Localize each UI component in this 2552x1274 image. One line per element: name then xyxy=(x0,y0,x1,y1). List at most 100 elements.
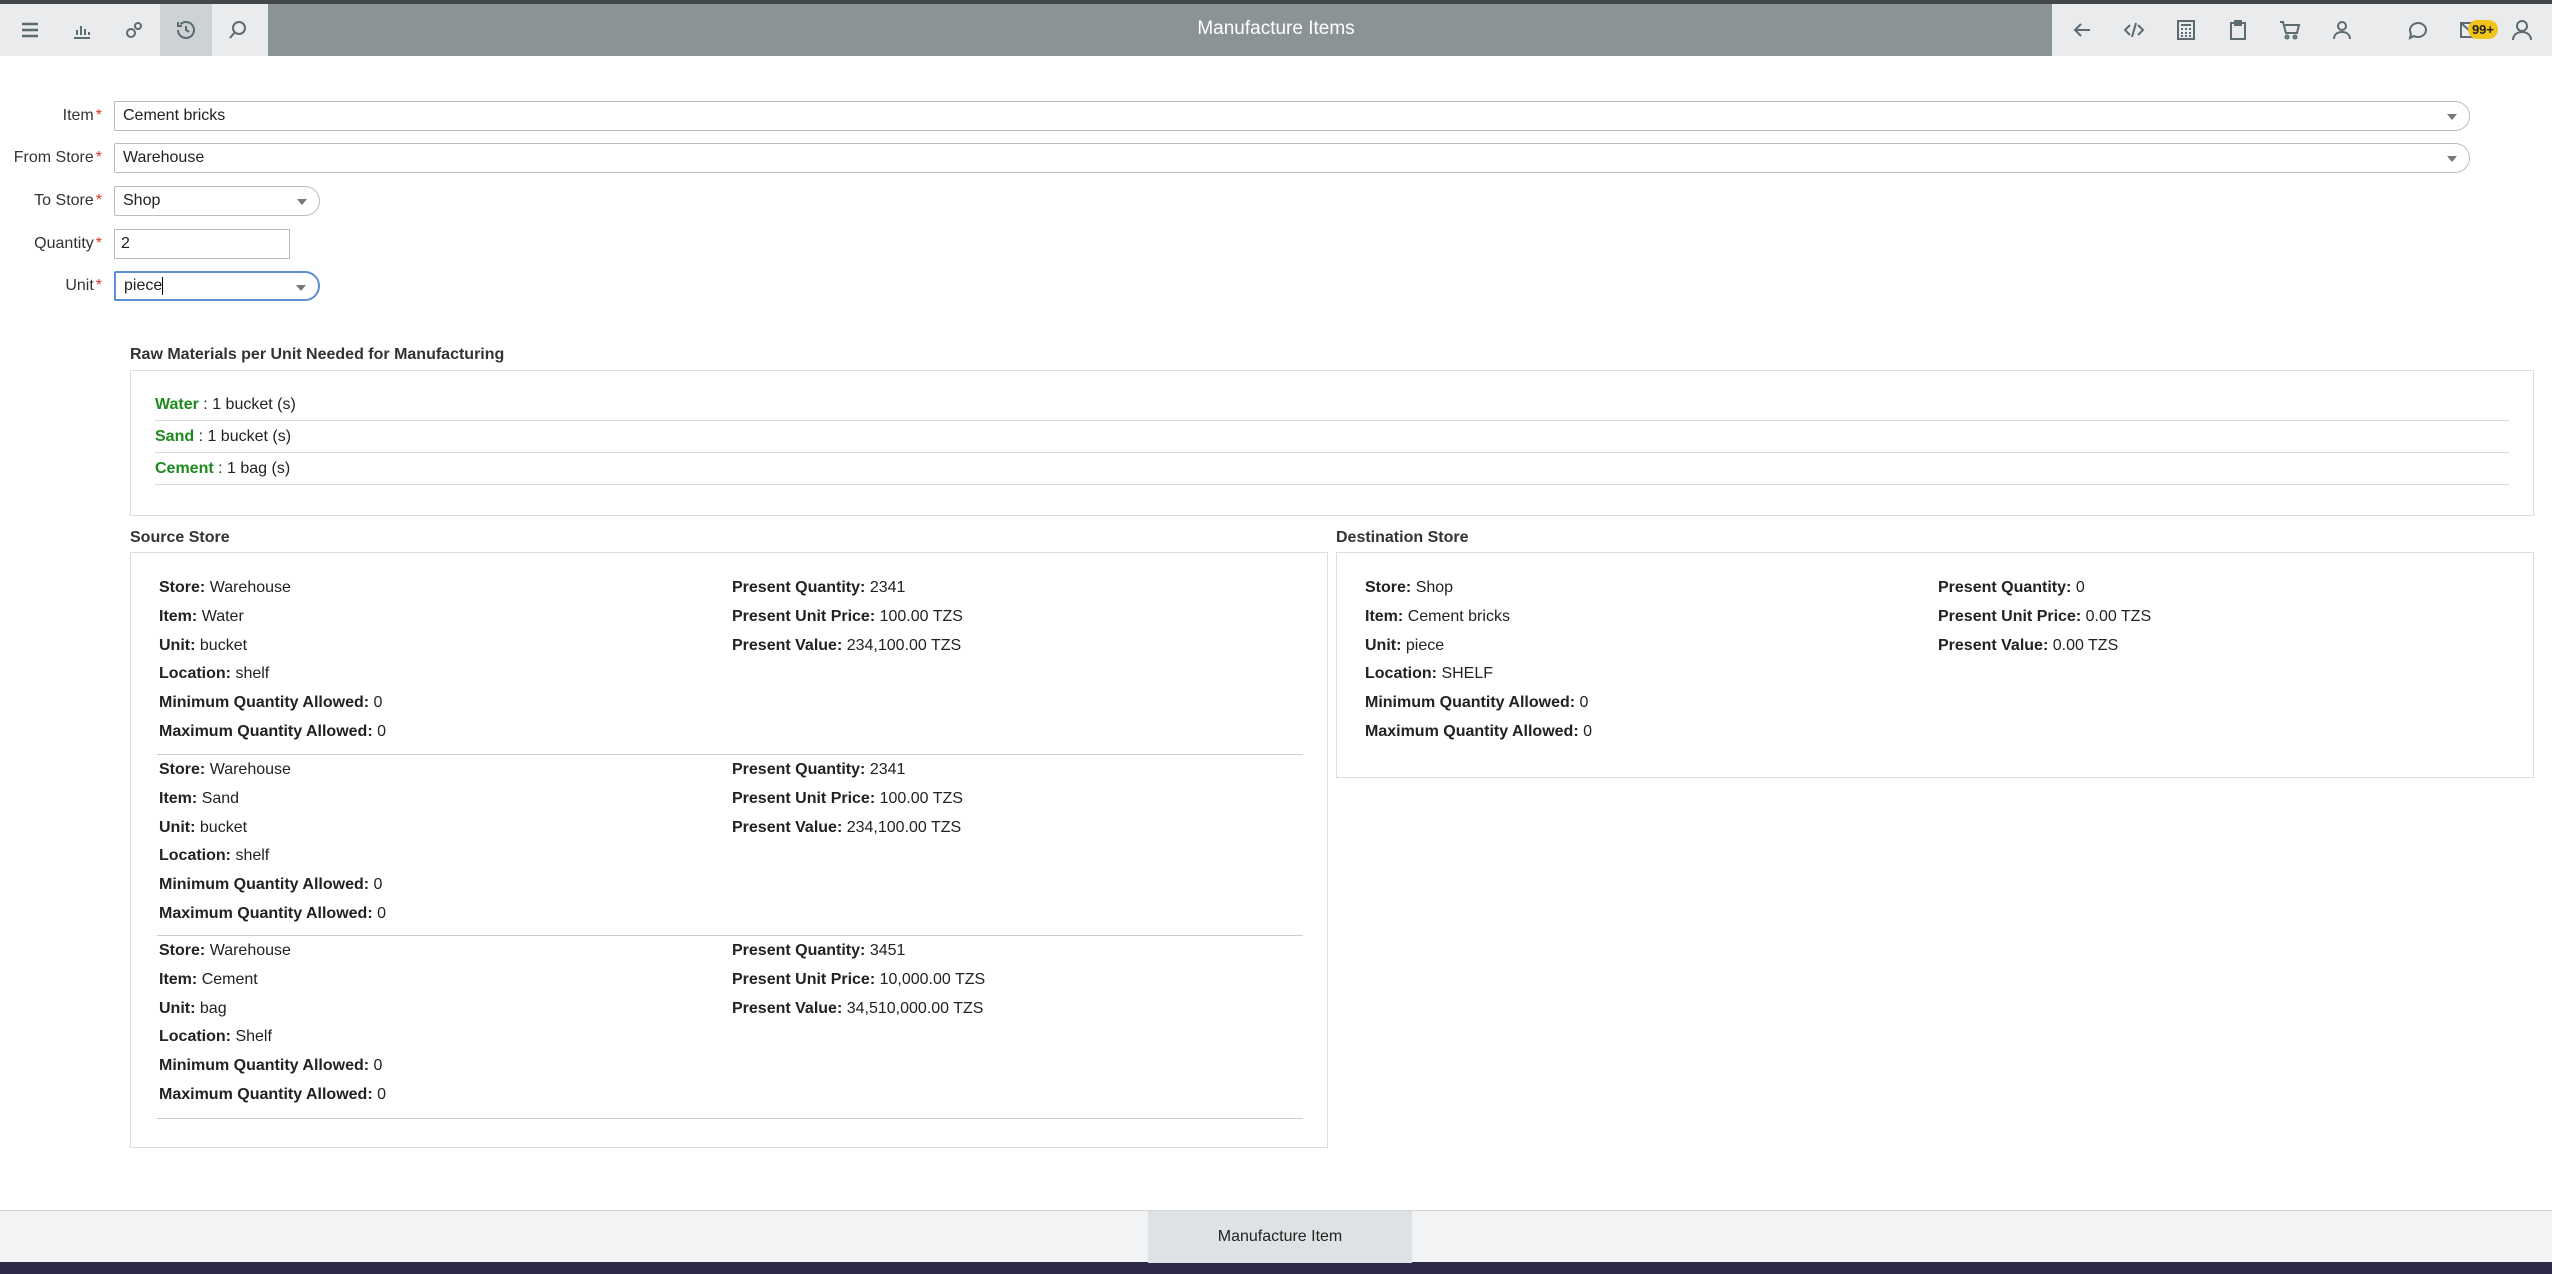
present-value-value: 234,100.00 TZS xyxy=(846,819,962,836)
list-item: Cement : 1 bag (s) xyxy=(155,453,2509,485)
present-unit-price-label: Present Unit Price: xyxy=(732,971,876,988)
unit-label: Unit: xyxy=(159,1000,196,1017)
min-qty-value: 0 xyxy=(373,876,383,893)
clipboard-icon[interactable] xyxy=(2212,4,2264,56)
destination-store-title: Destination Store xyxy=(1336,529,1469,546)
present-value-label: Present Value: xyxy=(732,1000,843,1017)
present-qty-label: Present Quantity: xyxy=(732,942,866,959)
max-qty-value: 0 xyxy=(377,905,387,922)
history-icon[interactable] xyxy=(160,4,212,56)
chat-icon[interactable] xyxy=(2392,4,2444,56)
item-value: Cement xyxy=(201,971,258,988)
cart-icon[interactable] xyxy=(2264,4,2316,56)
from-store-select[interactable]: Warehouse xyxy=(114,143,2470,173)
source-store-title: Source Store xyxy=(130,529,230,546)
item-value: Cement bricks xyxy=(1407,608,1510,625)
present-unit-price-value: 10,000.00 TZS xyxy=(879,971,986,988)
to-store-select-value: Shop xyxy=(123,192,161,209)
location-value: shelf xyxy=(235,665,270,682)
item-label: Item: xyxy=(159,790,198,807)
raw-material-amount: : 1 bucket (s) xyxy=(194,427,292,445)
present-value-label: Present Value: xyxy=(732,819,843,836)
app-window: Manufacture Items 99+ Item * Cement bric… xyxy=(0,0,2552,1263)
location-label: Location: xyxy=(159,665,231,682)
settings-icon[interactable] xyxy=(108,4,160,56)
raw-materials-title: Raw Materials per Unit Needed for Manufa… xyxy=(130,346,505,363)
item-label: Item: xyxy=(159,608,198,625)
required-mark: * xyxy=(95,149,102,166)
to-store-row: To Store * Shop xyxy=(0,186,320,216)
notification-badge: 99+ xyxy=(2467,20,2498,39)
max-qty-label: Maximum Quantity Allowed: xyxy=(159,905,373,922)
present-qty-value: 0 xyxy=(2075,579,2085,596)
present-unit-price-value: 100.00 TZS xyxy=(879,790,963,807)
raw-material-name: Cement xyxy=(155,459,214,477)
list-item: Water : 1 bucket (s) xyxy=(155,389,2509,421)
store-value: Shop xyxy=(1415,579,1454,596)
users-icon[interactable] xyxy=(2316,4,2368,56)
present-unit-price-label: Present Unit Price: xyxy=(732,790,876,807)
unit-select[interactable]: piece xyxy=(114,271,320,301)
min-qty-value: 0 xyxy=(1579,694,1589,711)
user-icon[interactable] xyxy=(2496,4,2548,56)
chevron-down-icon xyxy=(2447,156,2457,162)
max-qty-label: Maximum Quantity Allowed: xyxy=(1365,723,1579,740)
back-arrow-icon[interactable] xyxy=(2056,4,2108,56)
footer-bar: Manufacture Item xyxy=(0,1210,2552,1263)
unit-select-value: piece xyxy=(124,277,163,294)
location-label: Location: xyxy=(159,847,231,864)
quantity-input[interactable]: 2 xyxy=(114,229,290,259)
item-label: Item: xyxy=(1365,608,1404,625)
item-label: Item: xyxy=(159,971,198,988)
store-value: Warehouse xyxy=(209,942,291,959)
source-store-entry: Store: Warehouse Item: Cement Unit: bag … xyxy=(157,936,1303,1119)
present-value-value: 234,100.00 TZS xyxy=(846,637,962,654)
present-unit-price-value: 0.00 TZS xyxy=(2085,608,2152,625)
unit-value: bucket xyxy=(199,637,248,654)
text-cursor xyxy=(162,277,164,295)
item-row: Item * Cement bricks xyxy=(0,101,2500,131)
present-qty-label: Present Quantity: xyxy=(732,579,866,596)
menu-icon[interactable] xyxy=(4,4,56,56)
min-qty-label: Minimum Quantity Allowed: xyxy=(159,876,370,893)
search-icon[interactable] xyxy=(212,4,264,56)
store-label: Store: xyxy=(1365,579,1412,596)
raw-materials-panel: Water : 1 bucket (s) Sand : 1 bucket (s)… xyxy=(130,370,2534,516)
present-value-label: Present Value: xyxy=(732,637,843,654)
present-value-value: 34,510,000.00 TZS xyxy=(846,1000,984,1017)
chevron-down-icon xyxy=(296,285,306,291)
required-mark: * xyxy=(95,107,102,124)
destination-store-panel: Store: Shop Item: Cement bricks Unit: pi… xyxy=(1336,552,2534,778)
top-bar: Manufacture Items 99+ xyxy=(0,0,2552,56)
item-label: Item xyxy=(62,107,94,124)
max-qty-label: Maximum Quantity Allowed: xyxy=(159,1086,373,1103)
chart-icon[interactable] xyxy=(56,4,108,56)
store-value: Warehouse xyxy=(209,761,291,778)
min-qty-label: Minimum Quantity Allowed: xyxy=(159,694,370,711)
unit-value: piece xyxy=(1405,637,1445,654)
present-value-label: Present Value: xyxy=(1938,637,2049,654)
manufacture-item-button[interactable]: Manufacture Item xyxy=(1148,1211,1412,1263)
store-label: Store: xyxy=(159,942,206,959)
location-label: Location: xyxy=(159,1028,231,1045)
unit-value: bucket xyxy=(199,819,248,836)
from-store-label: From Store xyxy=(13,149,94,166)
code-icon[interactable] xyxy=(2108,4,2160,56)
location-label: Location: xyxy=(1365,665,1437,682)
source-store-panel: Store: Warehouse Item: Water Unit: bucke… xyxy=(130,552,1328,1148)
toolbar-left xyxy=(0,4,268,56)
store-value: Warehouse xyxy=(209,579,291,596)
to-store-select[interactable]: Shop xyxy=(114,186,320,216)
required-mark: * xyxy=(95,235,102,252)
from-store-row: From Store * Warehouse xyxy=(0,143,2500,173)
raw-material-amount: : 1 bag (s) xyxy=(213,459,291,477)
present-qty-value: 3451 xyxy=(869,942,906,959)
item-select[interactable]: Cement bricks xyxy=(114,101,2470,131)
max-qty-value: 0 xyxy=(1583,723,1593,740)
min-qty-value: 0 xyxy=(373,1057,383,1074)
min-qty-label: Minimum Quantity Allowed: xyxy=(1365,694,1576,711)
required-mark: * xyxy=(95,192,102,209)
calculator-icon[interactable] xyxy=(2160,4,2212,56)
unit-label: Unit: xyxy=(159,819,196,836)
present-qty-value: 2341 xyxy=(869,761,906,778)
